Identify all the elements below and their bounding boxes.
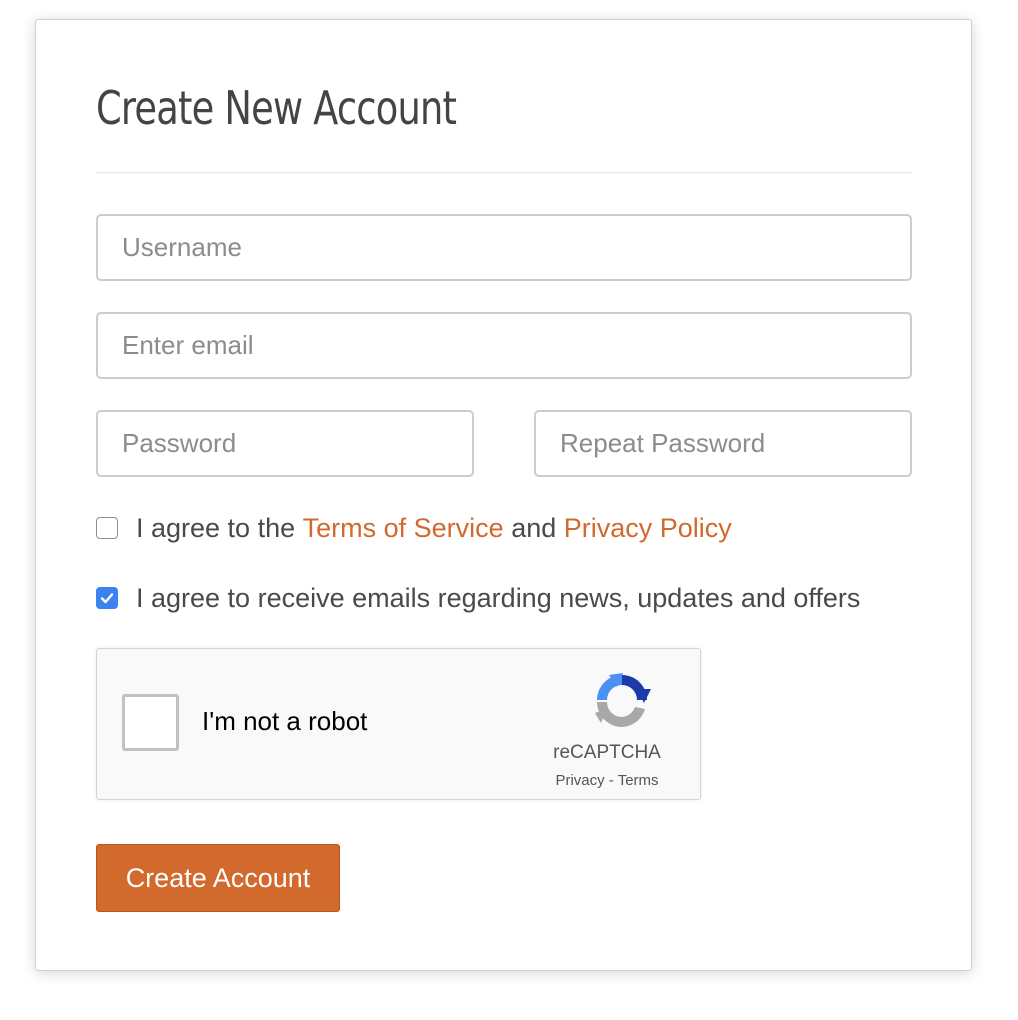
username-field[interactable] bbox=[96, 214, 912, 281]
recaptcha-checkbox[interactable] bbox=[122, 694, 179, 751]
terms-of-service-link[interactable]: Terms of Service bbox=[303, 513, 504, 544]
terms-label-prefix: I agree to the bbox=[136, 512, 303, 543]
terms-label-middle: and bbox=[503, 512, 564, 543]
signup-card bbox=[35, 19, 972, 971]
recaptcha-widget: I'm not a robot reCAPTCHA Privacy - Term… bbox=[96, 648, 701, 800]
title-divider bbox=[96, 172, 912, 173]
emails-opt-in-row: I agree to receive emails regarding news… bbox=[96, 580, 860, 616]
password-field[interactable] bbox=[96, 410, 474, 477]
email-field[interactable] bbox=[96, 312, 912, 379]
recaptcha-privacy-link[interactable]: Privacy bbox=[555, 772, 604, 789]
create-account-button[interactable]: Create Account bbox=[96, 844, 340, 912]
recaptcha-terms-link[interactable]: Terms bbox=[618, 772, 659, 789]
terms-checkbox[interactable] bbox=[96, 517, 118, 539]
checkmark-icon bbox=[100, 593, 114, 604]
repeat-password-field[interactable] bbox=[534, 410, 912, 477]
emails-opt-in-checkbox[interactable] bbox=[96, 587, 118, 609]
recaptcha-logo-icon bbox=[595, 673, 651, 727]
privacy-policy-link[interactable]: Privacy Policy bbox=[564, 513, 732, 544]
recaptcha-links: Privacy - Terms bbox=[537, 772, 677, 789]
recaptcha-label: I'm not a robot bbox=[202, 706, 368, 736]
emails-opt-in-label: I agree to receive emails regarding news… bbox=[136, 582, 861, 613]
terms-agreement-row: I agree to the Terms of Service and Priv… bbox=[96, 510, 732, 546]
recaptcha-brand: reCAPTCHA bbox=[553, 742, 661, 763]
recaptcha-link-separator: - bbox=[604, 772, 618, 789]
page-title: Create New Account bbox=[96, 81, 457, 135]
